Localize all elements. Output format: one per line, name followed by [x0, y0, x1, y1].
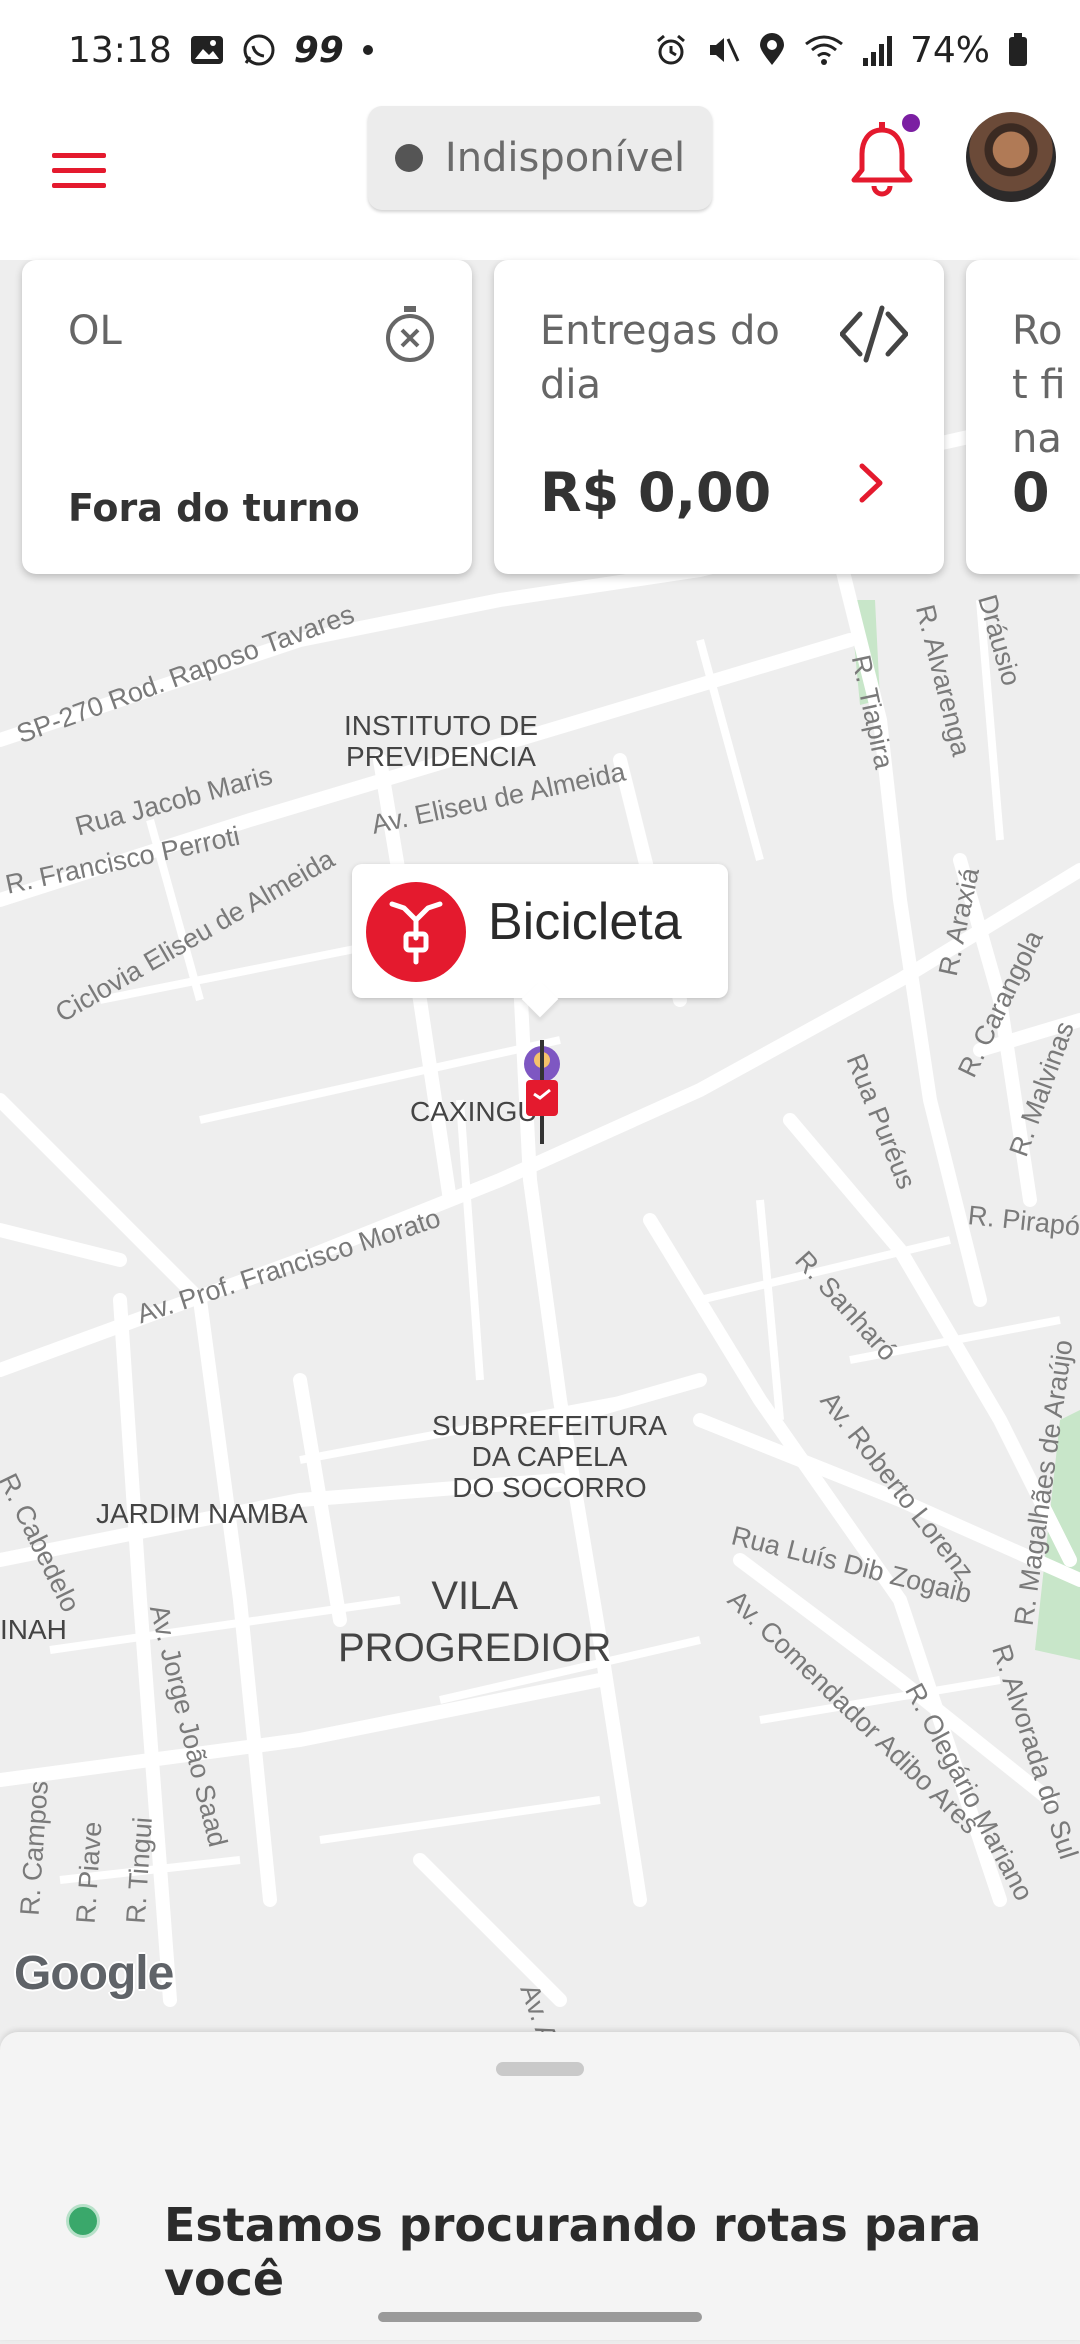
searching-status-dot [66, 2204, 100, 2238]
mute-icon [706, 33, 740, 67]
place-line: VILA [431, 1574, 519, 1618]
eye-off-icon[interactable] [839, 304, 909, 368]
battery-icon [1008, 33, 1028, 67]
avatar[interactable] [966, 112, 1056, 202]
image-icon [190, 35, 224, 65]
menu-button[interactable] [48, 140, 110, 202]
place-line: DA CAPELA [471, 1441, 628, 1472]
daily-deliveries-value: R$ 0,00 [540, 461, 772, 524]
map-place-label: VILA PROGREDIOR [338, 1570, 611, 1674]
place-line: SUBPREFEITURA [432, 1410, 667, 1441]
whatsapp-icon [242, 33, 276, 67]
dot-icon [362, 44, 374, 56]
notification-badge [902, 114, 920, 132]
place-line: PREVIDENCIA [346, 741, 536, 772]
vehicle-label: Bicicleta [488, 893, 682, 951]
shift-card-title: OL [68, 308, 122, 354]
availability-label: Indisponível [444, 135, 686, 181]
map-place-label: INSTITUTO DE PREVIDENCIA [344, 710, 538, 772]
map-place-label: SUBPREFEITURA DA CAPELA DO SOCORRO [432, 1410, 667, 1503]
status-left: 13:18 99 [68, 30, 374, 71]
alarm-icon [654, 33, 688, 67]
map-place-label: INAH [0, 1614, 67, 1645]
bicycle-icon [366, 882, 466, 982]
bottom-sheet[interactable]: Estamos procurando rotas para você [0, 2032, 1080, 2340]
status-time: 13:18 [68, 29, 172, 71]
location-icon [758, 33, 786, 67]
daily-deliveries-title: Entregas do dia [540, 308, 780, 408]
courier-location-marker [512, 1040, 572, 1144]
gesture-nav-handle[interactable] [378, 2312, 702, 2322]
shift-card-value: Fora do turno [68, 486, 360, 530]
google-attribution: Google [14, 1947, 174, 2000]
app-header: Indisponível [0, 100, 1080, 260]
place-line: INSTITUTO DE [344, 710, 538, 741]
finished-routes-card[interactable]: Rot fina 0 [966, 260, 1080, 574]
daily-deliveries-card[interactable]: Entregas do dia R$ 0,00 [494, 260, 944, 574]
availability-toggle[interactable]: Indisponível [368, 106, 712, 210]
wifi-icon [804, 34, 844, 66]
searching-routes-message: Estamos procurando rotas para você [164, 2198, 982, 2306]
99-icon: 99 [293, 29, 344, 71]
place-line: PROGREDIOR [338, 1626, 612, 1670]
availability-status-dot [394, 144, 423, 172]
notifications-button[interactable] [850, 114, 920, 204]
hamburger-menu-icon [52, 153, 106, 188]
vehicle-tooltip[interactable]: Bicicleta [352, 864, 728, 998]
chevron-right-icon[interactable] [858, 462, 884, 508]
finished-routes-title: Rot fina [1012, 308, 1066, 462]
status-right: 74% [654, 30, 1028, 71]
finished-routes-value: 0 [1012, 461, 1050, 524]
battery-percent: 74% [909, 29, 990, 71]
place-line: DO SOCORRO [452, 1472, 647, 1503]
status-bar: 13:18 99 74% [0, 0, 1080, 100]
map-place-label: JARDIM NAMBA [96, 1498, 308, 1529]
signal-icon [862, 34, 892, 66]
sheet-drag-handle[interactable] [496, 2062, 584, 2076]
shift-card[interactable]: OL Fora do turno [22, 260, 472, 574]
timer-off-icon [384, 304, 436, 368]
